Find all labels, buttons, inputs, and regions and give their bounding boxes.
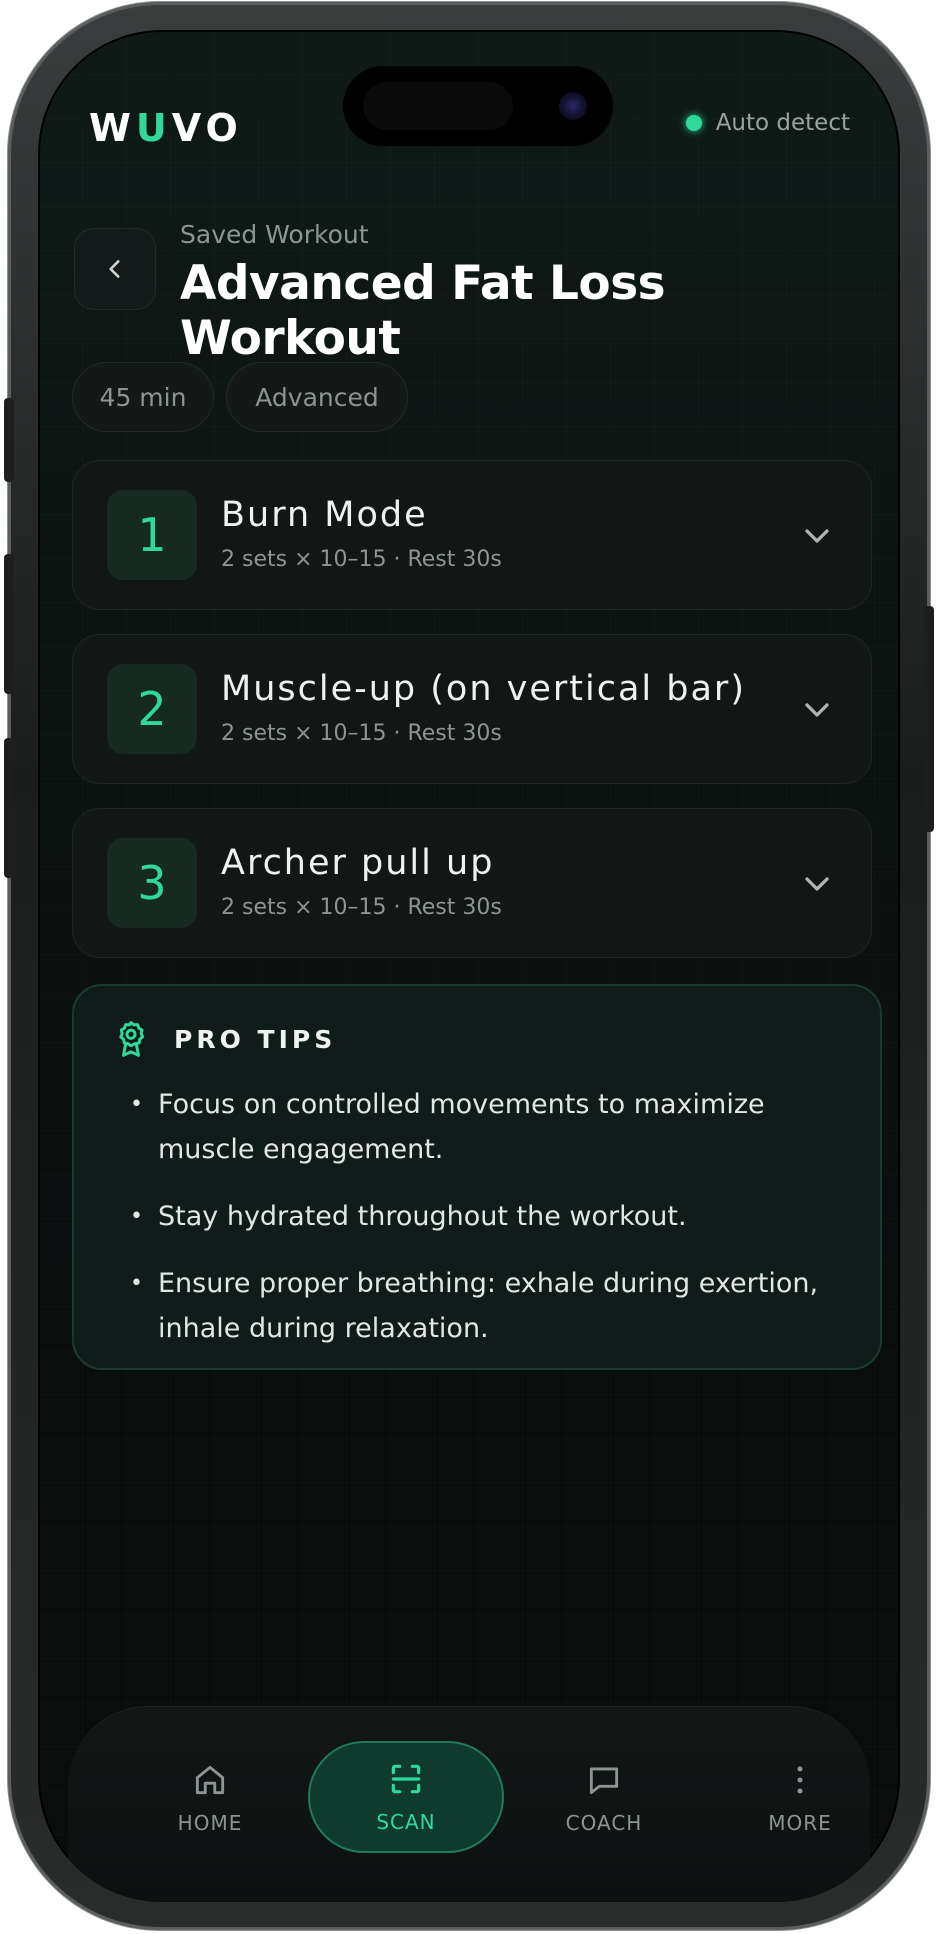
exercise-meta: 2 sets × 10–15 · Rest 30s [221,547,502,572]
scan-icon [391,1764,421,1794]
phone-frame: WUVO Auto detect Saved Workout Advanced … [4,2,934,1930]
volume-down-button [4,738,14,878]
power-button [924,606,934,832]
page-title: Advanced Fat Loss Workout [180,256,666,366]
status-dot-icon [685,115,702,131]
nav-home[interactable]: HOME [130,1743,290,1853]
home-icon [195,1765,225,1795]
nav-more[interactable]: MORE [720,1743,880,1853]
logo-accent: U [135,106,172,150]
app-screen: WUVO Auto detect Saved Workout Advanced … [38,30,900,1902]
island-sensor [363,82,513,130]
auto-detect-status[interactable]: Auto detect [685,110,850,136]
nav-label: HOME [177,1811,243,1835]
logo-part: W [89,106,136,150]
list-item: Focus on controlled movements to maximiz… [130,1082,850,1172]
page-subtitle: Saved Workout [180,220,369,249]
action-button [4,398,14,482]
exercise-card[interactable]: 1 Burn Mode 2 sets × 10–15 · Rest 30s [72,460,872,610]
nav-label: SCAN [376,1810,436,1834]
difficulty-chip: Advanced [226,362,408,432]
nav-scan[interactable]: SCAN [308,1741,504,1853]
exercise-card[interactable]: 3 Archer pull up 2 sets × 10–15 · Rest 3… [72,808,872,958]
back-button[interactable] [74,228,156,310]
exercise-name: Burn Mode [221,495,428,535]
status-label: Auto detect [715,110,850,136]
exercise-card[interactable]: 2 Muscle-up (on vertical bar) 2 sets × 1… [72,634,872,784]
award-icon [119,1021,145,1057]
pro-tips-panel: PRO TIPS Focus on controlled movements t… [72,984,882,1370]
exercise-number: 3 [107,838,197,928]
exercise-name: Muscle-up (on vertical bar) [221,669,746,709]
pro-tips-list: Focus on controlled movements to maximiz… [130,1082,850,1373]
bottom-nav: HOME SCAN COACH MORE [68,1706,870,1902]
list-item: Ensure proper breathing: exhale during e… [130,1261,850,1351]
front-camera [559,92,587,120]
exercise-number: 2 [107,664,197,754]
chevron-down-icon[interactable] [797,864,837,904]
app-logo: WUVO [89,106,243,150]
exercise-number: 1 [107,490,197,580]
chat-icon [589,1767,619,1795]
exercise-meta: 2 sets × 10–15 · Rest 30s [221,721,502,746]
chevron-left-icon [109,260,120,278]
nav-label: COACH [565,1811,643,1835]
logo-part: VO [171,106,243,150]
more-vertical-icon [797,1766,803,1794]
nav-label: MORE [768,1811,832,1835]
chevron-down-icon[interactable] [797,690,837,730]
nav-coach[interactable]: COACH [524,1743,684,1853]
list-item: Stay hydrated throughout the workout. [130,1194,850,1239]
exercise-meta: 2 sets × 10–15 · Rest 30s [221,895,502,920]
pro-tips-header: PRO TIPS [114,1020,336,1058]
exercise-name: Archer pull up [221,843,495,883]
duration-chip: 45 min [72,362,214,432]
volume-up-button [4,554,14,694]
chevron-down-icon[interactable] [797,516,837,556]
pro-tips-heading: PRO TIPS [174,1024,337,1054]
dynamic-island [343,66,613,146]
